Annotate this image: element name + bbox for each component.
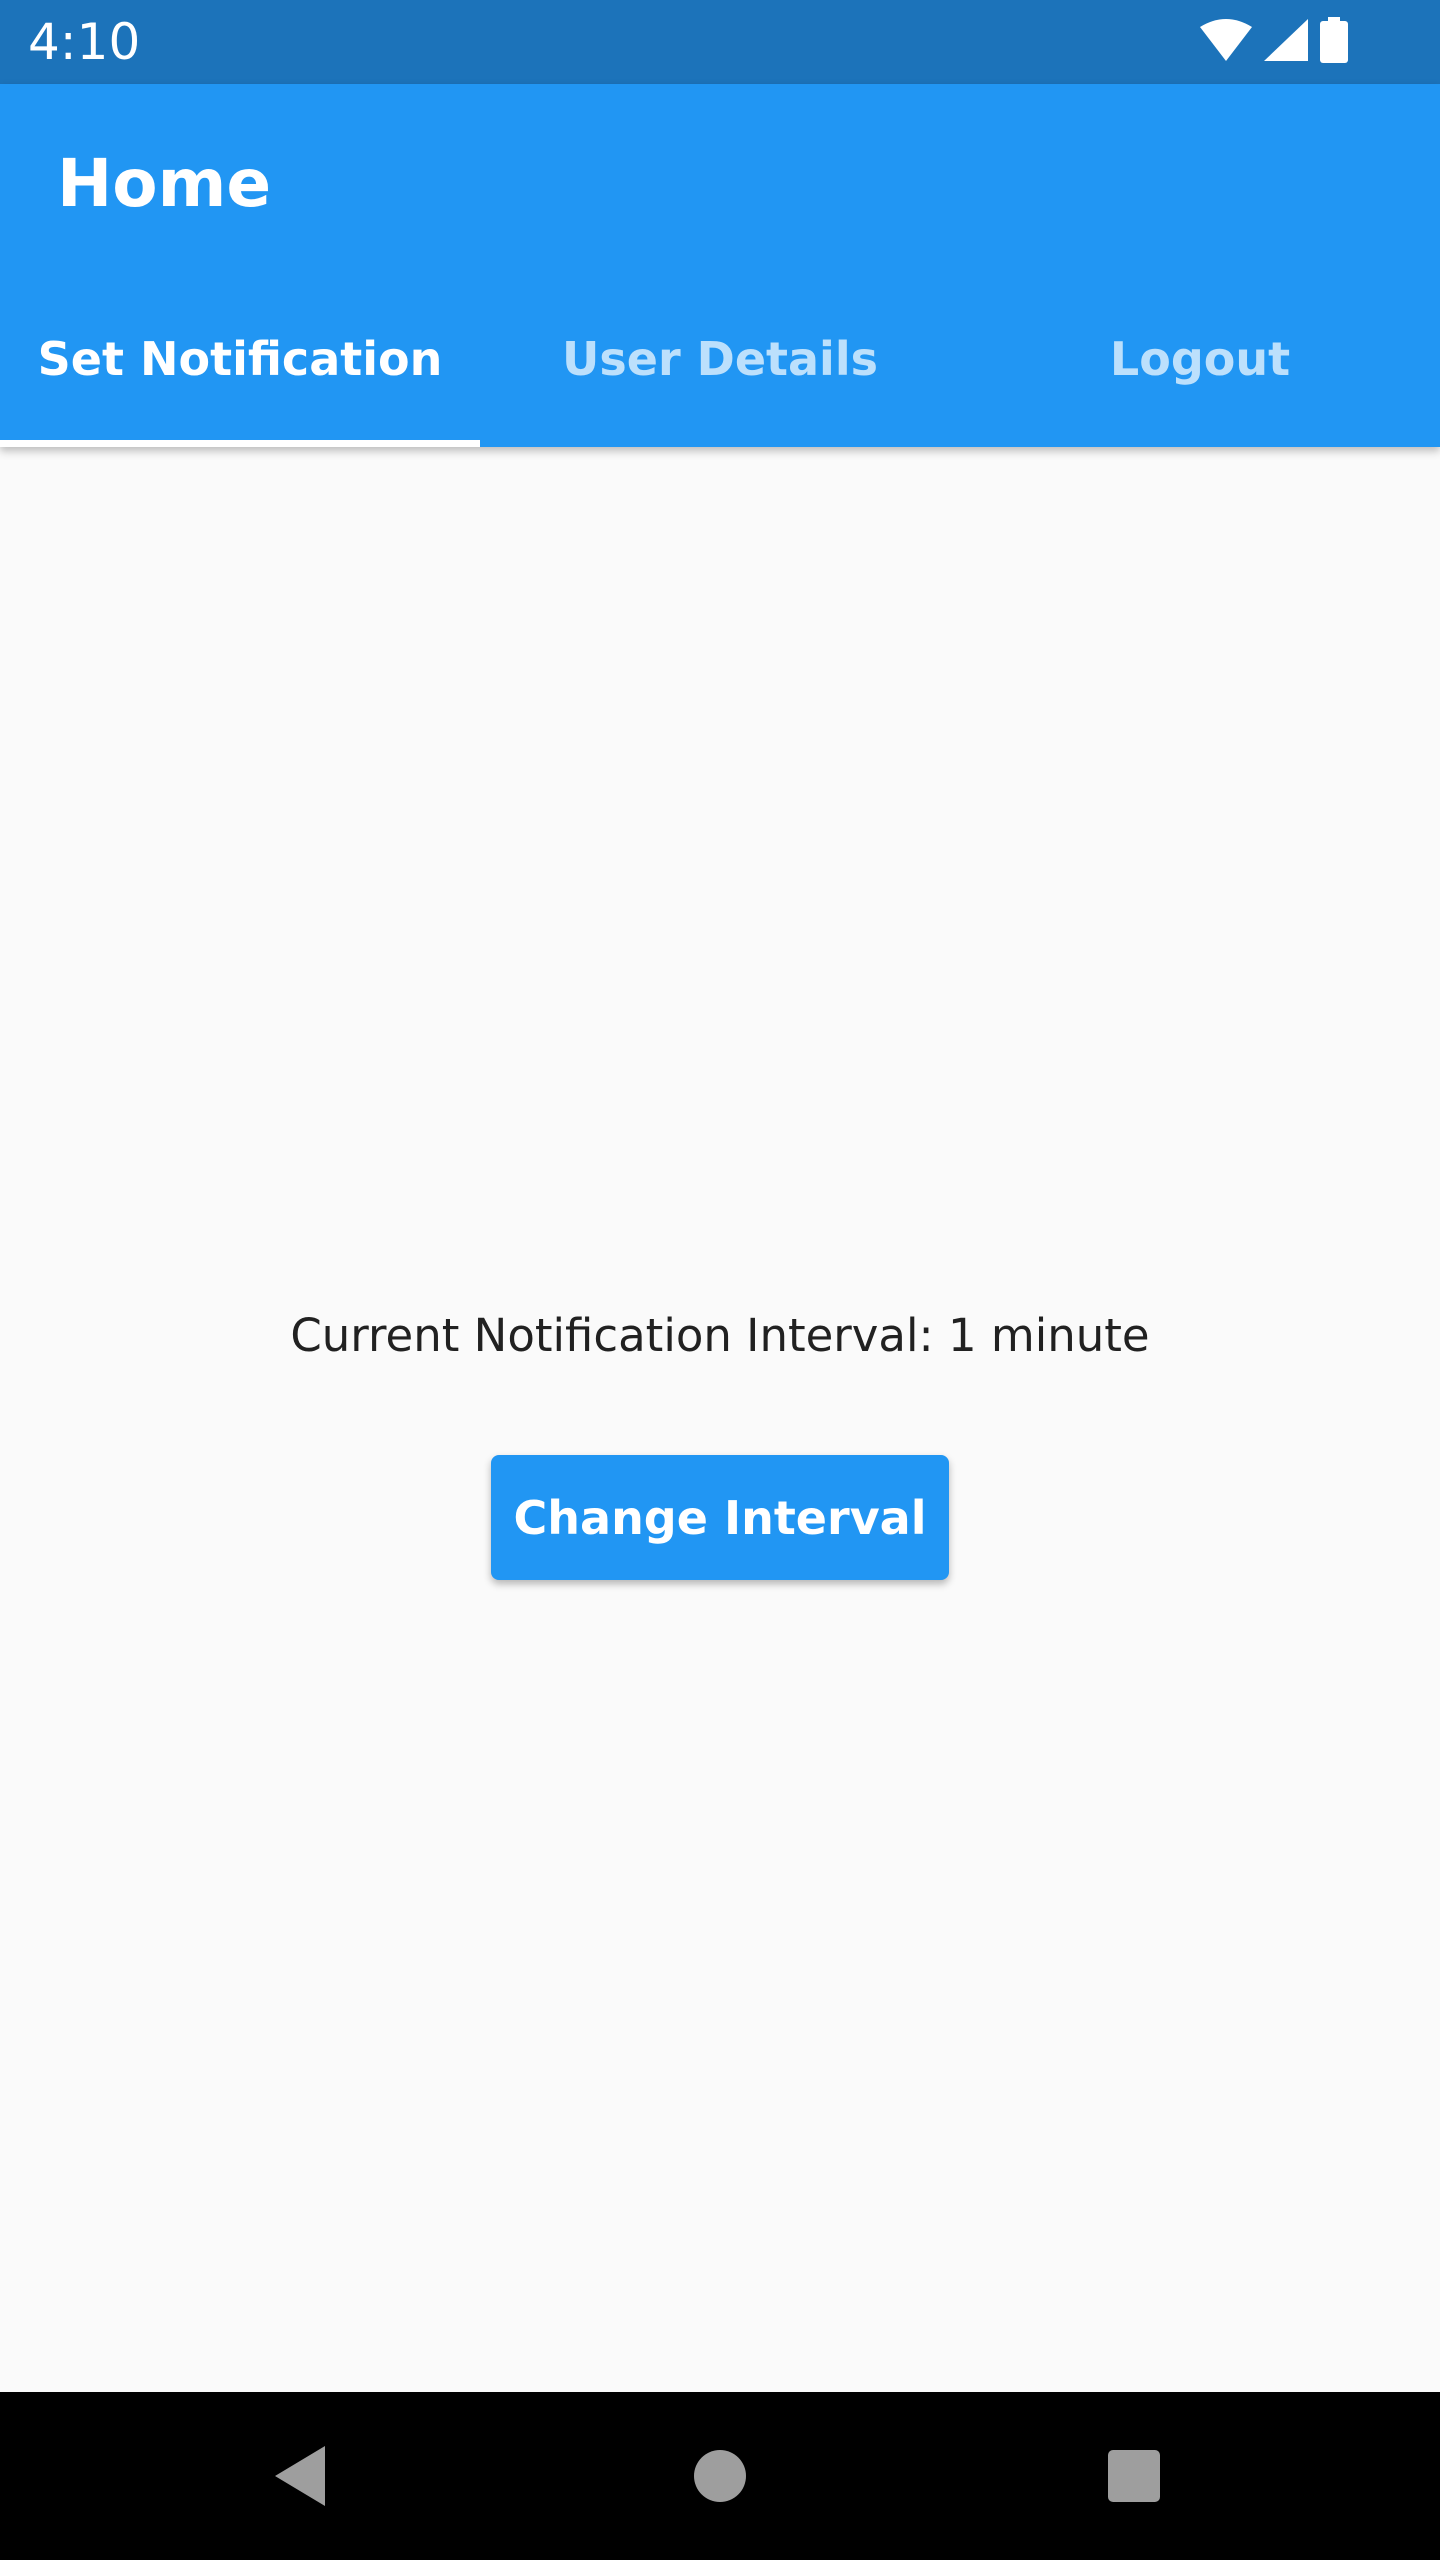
signal-icon [1264,18,1308,66]
change-interval-button[interactable]: Change Interval [491,1455,949,1580]
home-icon[interactable] [694,2450,746,2502]
status-time: 4:10 [28,13,141,71]
status-bar: 4:10 [0,0,1440,84]
tab-label: User Details [562,332,878,386]
app-bar: Home Set Notification User Details Logou… [0,84,1440,447]
navigation-bar [0,2392,1440,2560]
battery-icon [1320,16,1348,68]
wifi-icon [1200,18,1252,66]
tab-label: Set Notification [37,332,443,386]
tab-user-details[interactable]: User Details [480,332,960,447]
recents-icon[interactable] [1108,2450,1160,2502]
active-tab-indicator [0,440,480,447]
tab-logout[interactable]: Logout [960,332,1440,447]
page-title: Home [57,145,272,222]
tab-label: Logout [1109,332,1291,386]
back-icon[interactable] [275,2446,325,2506]
status-icons [1188,16,1348,68]
current-interval-text: Current Notification Interval: 1 minute [290,1309,1150,1362]
tab-set-notification[interactable]: Set Notification [0,332,480,447]
